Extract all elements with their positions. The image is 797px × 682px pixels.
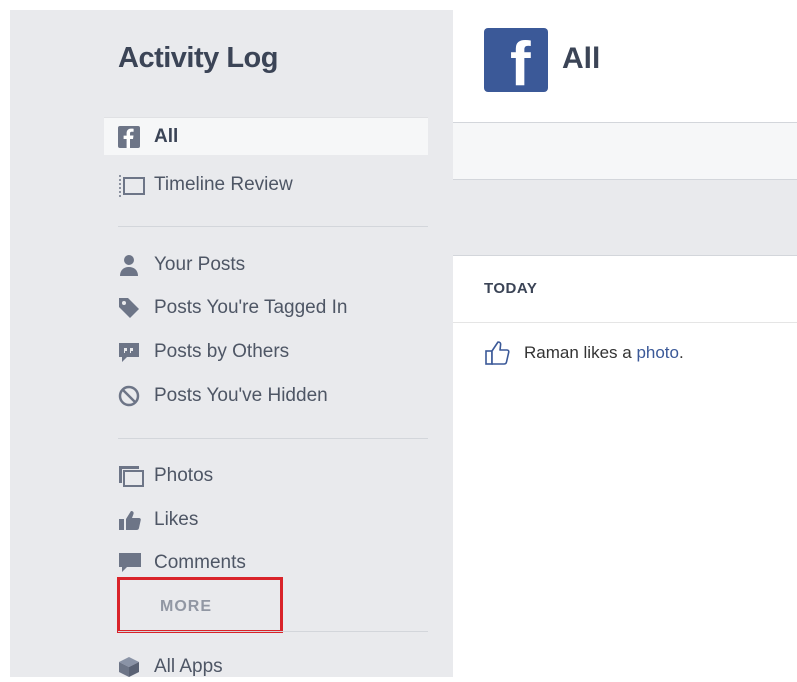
activity-suffix: . xyxy=(678,343,684,362)
thumbs-up-icon xyxy=(118,509,141,531)
section-heading: TODAY xyxy=(484,280,538,297)
speech-bubble-icon xyxy=(118,341,140,363)
page-title: Activity Log xyxy=(118,42,278,74)
tag-icon xyxy=(118,297,140,319)
facebook-icon xyxy=(118,125,140,148)
sidebar-item-label: All xyxy=(154,125,179,147)
activity-item: Raman likes a photo. xyxy=(484,340,684,366)
sidebar-item-hidden[interactable]: Posts You've Hidden xyxy=(118,381,328,411)
sidebar-divider xyxy=(118,438,428,439)
facebook-logo-icon: f xyxy=(484,28,548,92)
sidebar-divider xyxy=(118,226,428,227)
filter-strip xyxy=(453,123,797,180)
comment-icon xyxy=(118,552,141,574)
sidebar-item-label: Photos xyxy=(154,465,214,486)
activity-feed xyxy=(453,255,797,678)
sidebar-item-all[interactable]: All xyxy=(104,117,428,155)
apps-icon xyxy=(118,656,140,678)
feed-divider xyxy=(453,322,797,323)
hidden-icon xyxy=(118,385,140,407)
sidebar-item-tagged-in[interactable]: Posts You're Tagged In xyxy=(118,293,347,323)
sidebar-item-timeline-review[interactable]: Timeline Review xyxy=(118,170,293,200)
sidebar-item-label: Posts You're Tagged In xyxy=(154,297,348,318)
sidebar-item-likes[interactable]: Likes xyxy=(118,505,198,535)
sidebar-item-label: Posts by Others xyxy=(154,341,290,362)
sidebar-item-label: All Apps xyxy=(154,656,223,677)
main-title: All xyxy=(562,42,601,75)
sidebar-item-label: Posts You've Hidden xyxy=(154,385,328,406)
person-icon xyxy=(118,254,140,276)
photos-icon xyxy=(118,465,144,487)
photo-link[interactable]: photo xyxy=(636,343,679,363)
sidebar-item-all-apps[interactable]: All Apps xyxy=(118,652,223,682)
sidebar-item-your-posts[interactable]: Your Posts xyxy=(118,250,245,280)
sidebar-item-label: Comments xyxy=(154,552,246,573)
highlight-box xyxy=(117,577,283,633)
sidebar-item-label: Likes xyxy=(154,509,199,530)
sidebar-item-label: Your Posts xyxy=(154,254,246,275)
activity-log-page: Activity Log All Timeline Review Your Po… xyxy=(0,0,797,678)
sidebar-item-photos[interactable]: Photos xyxy=(118,461,213,491)
sidebar-item-posts-by-others[interactable]: Posts by Others xyxy=(118,337,289,367)
sidebar-divider xyxy=(118,631,428,632)
sidebar-item-label: Timeline Review xyxy=(154,174,293,195)
like-icon xyxy=(484,340,510,366)
activity-text: Raman likes a xyxy=(524,343,637,362)
sidebar-item-comments[interactable]: Comments xyxy=(118,548,246,578)
timeline-review-icon xyxy=(118,174,145,197)
